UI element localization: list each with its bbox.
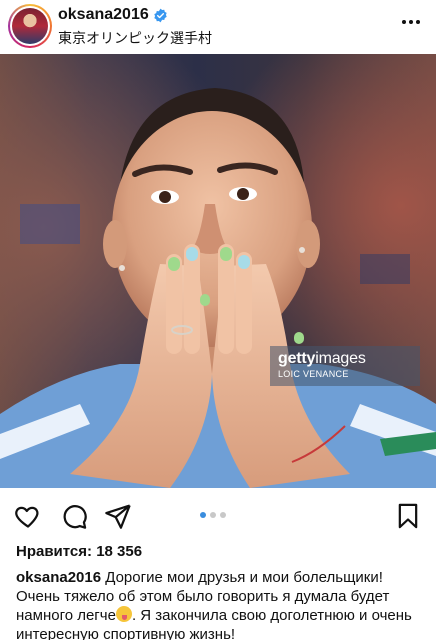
post-caption: oksana2016 Дорогие мои друзья и мои боле… xyxy=(16,568,426,640)
carousel-indicator xyxy=(200,512,226,518)
likes-label: Нравится: xyxy=(16,543,93,560)
username-link[interactable]: oksana2016 xyxy=(58,6,149,24)
watermark-credit: LOIC VENANCE xyxy=(278,369,349,379)
bookmark-icon[interactable] xyxy=(394,502,422,530)
heart-icon[interactable] xyxy=(14,502,42,530)
post-header: oksana2016 東京オリンピック選手村 xyxy=(0,0,436,54)
more-options-icon[interactable] xyxy=(400,14,422,30)
location-link[interactable]: 東京オリンピック選手村 xyxy=(58,28,212,48)
carousel-dot xyxy=(220,512,226,518)
caption-username[interactable]: oksana2016 xyxy=(16,569,101,586)
more-dot xyxy=(416,20,420,24)
likes-count[interactable]: Нравится: 18 356 xyxy=(16,543,142,560)
likes-number: 18 356 xyxy=(96,543,143,560)
photo-illustration xyxy=(0,54,436,488)
username-row: oksana2016 xyxy=(58,6,212,24)
carousel-dot xyxy=(210,512,216,518)
avatar-image xyxy=(12,8,48,44)
avatar-ring xyxy=(10,6,50,46)
action-bar xyxy=(0,498,436,534)
post-photo[interactable]: gettyimages LOIC VENANCE xyxy=(0,54,436,488)
avatar[interactable] xyxy=(8,4,52,48)
send-icon[interactable] xyxy=(104,502,132,530)
more-dot xyxy=(402,20,406,24)
user-block: oksana2016 東京オリンピック選手村 xyxy=(58,6,212,48)
watermark-brand: gettyimages xyxy=(278,350,366,367)
tongue-face-emoji-icon xyxy=(115,606,132,622)
getty-watermark: gettyimages LOIC VENANCE xyxy=(270,346,420,386)
comment-icon[interactable] xyxy=(60,502,88,530)
more-dot xyxy=(409,20,413,24)
verified-badge-icon xyxy=(154,8,167,22)
carousel-dot xyxy=(200,512,206,518)
